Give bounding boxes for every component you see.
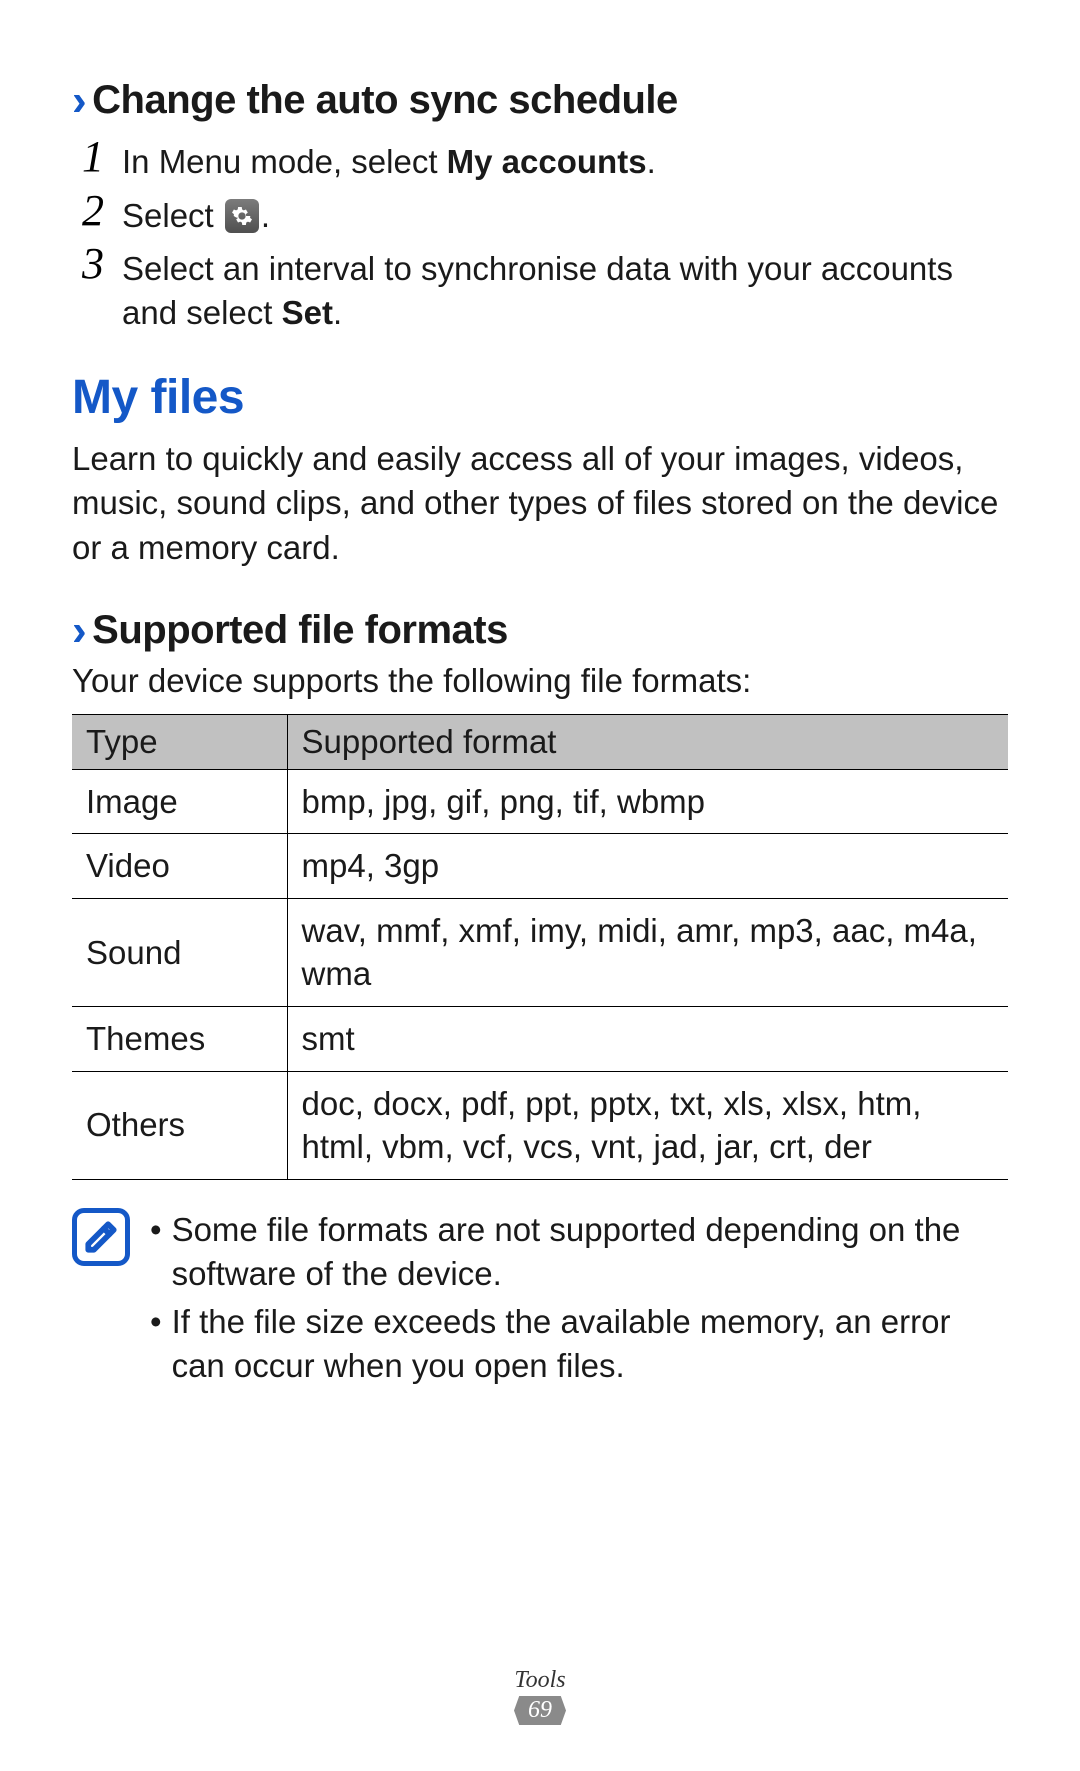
step-text: In Menu mode, select (122, 143, 447, 180)
cell-format: bmp, jpg, gif, png, tif, wbmp (287, 769, 1008, 834)
chevron-icon: › (72, 606, 86, 655)
table-row: Themes smt (72, 1007, 1008, 1072)
th-format: Supported format (287, 714, 1008, 769)
step-1: 1 In Menu mode, select My accounts. (72, 134, 1008, 184)
table-header-row: Type Supported format (72, 714, 1008, 769)
step-text: Select (122, 197, 223, 234)
note-icon (72, 1208, 130, 1266)
bullet-icon: • (150, 1208, 162, 1296)
lead-text: Your device supports the following file … (72, 662, 1008, 700)
cell-type: Others (72, 1071, 287, 1179)
note-item: •If the file size exceeds the available … (150, 1300, 1008, 1388)
formats-table: Type Supported format Image bmp, jpg, gi… (72, 714, 1008, 1180)
subheading-text: Change the auto sync schedule (92, 78, 678, 122)
note-text: If the file size exceeds the available m… (172, 1300, 1008, 1388)
page: ›Change the auto sync schedule 1 In Menu… (0, 0, 1080, 1393)
subheading-text: Supported file formats (92, 608, 508, 652)
cell-type: Video (72, 834, 287, 899)
cell-type: Themes (72, 1007, 287, 1072)
cell-format: mp4, 3gp (287, 834, 1008, 899)
step-number: 3 (72, 241, 104, 287)
step-3: 3 Select an interval to synchronise data… (72, 241, 1008, 334)
heading-my-files: My files (72, 370, 1008, 425)
step-bold: My accounts (447, 143, 647, 180)
gear-icon (225, 199, 259, 233)
bullet-icon: • (150, 1300, 162, 1388)
step-number: 2 (72, 188, 104, 234)
cell-format: wav, mmf, xmf, imy, midi, amr, mp3, aac,… (287, 898, 1008, 1006)
step-text-post: . (261, 197, 270, 234)
table-row: Sound wav, mmf, xmf, imy, midi, amr, mp3… (72, 898, 1008, 1006)
page-footer: Tools 69 (0, 1667, 1080, 1725)
step-text: Select an interval to synchronise data w… (122, 250, 953, 331)
intro-paragraph: Learn to quickly and easily access all o… (72, 437, 1008, 570)
note-text: Some file formats are not supported depe… (172, 1208, 1008, 1296)
step-bold: Set (282, 294, 333, 331)
table-row: Video mp4, 3gp (72, 834, 1008, 899)
step-text-post: . (647, 143, 656, 180)
steps-list: 1 In Menu mode, select My accounts. 2 Se… (72, 134, 1008, 334)
cell-type: Image (72, 769, 287, 834)
step-text-post: . (333, 294, 342, 331)
th-type: Type (72, 714, 287, 769)
note-list: •Some file formats are not supported dep… (150, 1208, 1008, 1393)
step-2: 2 Select . (72, 188, 1008, 238)
table-row: Others doc, docx, pdf, ppt, pptx, txt, x… (72, 1071, 1008, 1179)
step-number: 1 (72, 134, 104, 180)
subheading-formats: ›Supported file formats (72, 604, 1008, 654)
cell-format: smt (287, 1007, 1008, 1072)
step-body: In Menu mode, select My accounts. (122, 134, 656, 184)
subheading-autosync: ›Change the auto sync schedule (72, 74, 1008, 124)
cell-format: doc, docx, pdf, ppt, pptx, txt, xls, xls… (287, 1071, 1008, 1179)
table-row: Image bmp, jpg, gif, png, tif, wbmp (72, 769, 1008, 834)
note-block: •Some file formats are not supported dep… (72, 1208, 1008, 1393)
footer-section: Tools (0, 1667, 1080, 1694)
note-item: •Some file formats are not supported dep… (150, 1208, 1008, 1296)
cell-type: Sound (72, 898, 287, 1006)
chevron-icon: › (72, 76, 86, 125)
step-body: Select . (122, 188, 270, 238)
step-body: Select an interval to synchronise data w… (122, 241, 1008, 334)
page-number: 69 (514, 1696, 566, 1725)
page-number-badge: 69 (514, 1696, 566, 1725)
